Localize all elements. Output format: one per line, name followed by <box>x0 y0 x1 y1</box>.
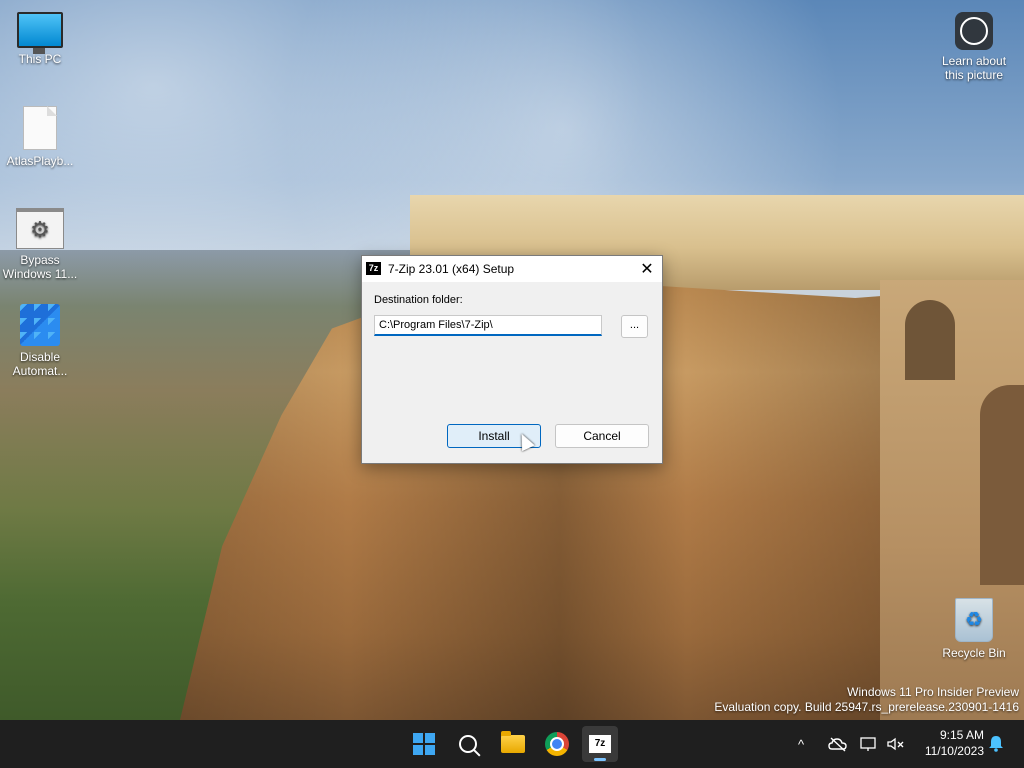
desktop-icon-bypass-windows[interactable]: ⚙ Bypass Windows 11... <box>0 208 80 281</box>
clock-time: 9:15 AM <box>939 728 984 742</box>
desktop-icon-label: Recycle Bin <box>942 646 1006 660</box>
browse-button[interactable]: ... <box>621 315 648 338</box>
monitor-icon <box>17 12 63 54</box>
dialog-titlebar[interactable]: 7z 7-Zip 23.01 (x64) Setup ✕ <box>362 256 662 282</box>
wallpaper-arch <box>905 300 955 380</box>
7zip-icon: 7z <box>589 735 611 753</box>
watermark-line: Evaluation copy. Build 25947.rs_prerelea… <box>714 700 1019 714</box>
clock-date: 11/10/2023 <box>924 744 984 758</box>
dialog-title: 7-Zip 23.01 (x64) Setup <box>388 262 515 276</box>
taskbar-clock[interactable]: 9:15 AM 11/10/2023 <box>912 727 984 759</box>
search-icon <box>459 735 477 753</box>
cloud-offline-icon <box>828 737 847 752</box>
speaker-muted-icon <box>887 737 904 751</box>
destination-folder-label: Destination folder: <box>374 294 463 306</box>
watermark-line: Windows 11 Pro Insider Preview <box>847 685 1019 699</box>
volume-button[interactable] <box>886 720 906 768</box>
desktop-icon-recycle-bin[interactable]: ♻ Recycle Bin <box>934 598 1014 660</box>
folder-icon <box>501 731 525 753</box>
windows-watermark: Windows 11 Pro Insider Preview Evaluatio… <box>714 685 1019 715</box>
chrome-button[interactable] <box>539 726 575 762</box>
chevron-up-icon: ^ <box>798 736 805 752</box>
chrome-icon <box>545 732 569 756</box>
7zip-icon: 7z <box>366 262 381 275</box>
desktop-icon-label: Learn about this picture <box>941 54 1007 82</box>
file-icon <box>23 106 57 150</box>
bell-icon <box>989 736 1003 752</box>
7zip-taskbar-button[interactable]: 7z <box>582 726 618 762</box>
notification-bell-icon[interactable] <box>987 734 1005 752</box>
camera-compass-icon <box>955 12 993 50</box>
desktop-icon-label: Disable Automat... <box>12 350 68 378</box>
desktop-icon-disable-automatic[interactable]: Disable Automat... <box>0 304 80 378</box>
recycle-bin-icon: ♻ <box>955 598 993 642</box>
network-icon <box>860 737 876 751</box>
setup-dialog: 7z 7-Zip 23.01 (x64) Setup ✕ Destination… <box>361 255 663 464</box>
destination-folder-input[interactable]: C:\Program Files\7-Zip\ <box>374 315 602 336</box>
wallpaper-arch <box>980 385 1024 585</box>
windows-logo-icon <box>413 733 435 755</box>
registry-icon <box>20 304 60 346</box>
desktop-icon-this-pc[interactable]: This PC <box>0 12 80 66</box>
cancel-button[interactable]: Cancel <box>555 424 649 448</box>
file-explorer-button[interactable] <box>495 726 531 762</box>
desktop-icon-label: Bypass Windows 11... <box>2 253 78 281</box>
search-button[interactable] <box>450 726 486 762</box>
desktop-icon-learn-about-picture[interactable]: Learn about this picture <box>934 12 1014 82</box>
cloud-offline-button[interactable] <box>828 720 848 768</box>
show-hidden-icons-button[interactable]: ^ <box>798 720 812 768</box>
start-button[interactable] <box>406 726 442 762</box>
desktop-icon-atlasplaybook[interactable]: AtlasPlayb... <box>0 106 80 168</box>
taskbar: 7z ^ 9:15 AM 11/10/2023 <box>0 720 1024 768</box>
desktop-icon-label: This PC <box>18 52 62 66</box>
close-button[interactable]: ✕ <box>632 256 662 282</box>
network-button[interactable] <box>860 720 880 768</box>
desktop-icon-label: AtlasPlayb... <box>6 154 74 168</box>
gear-icon: ⚙ <box>16 208 64 249</box>
